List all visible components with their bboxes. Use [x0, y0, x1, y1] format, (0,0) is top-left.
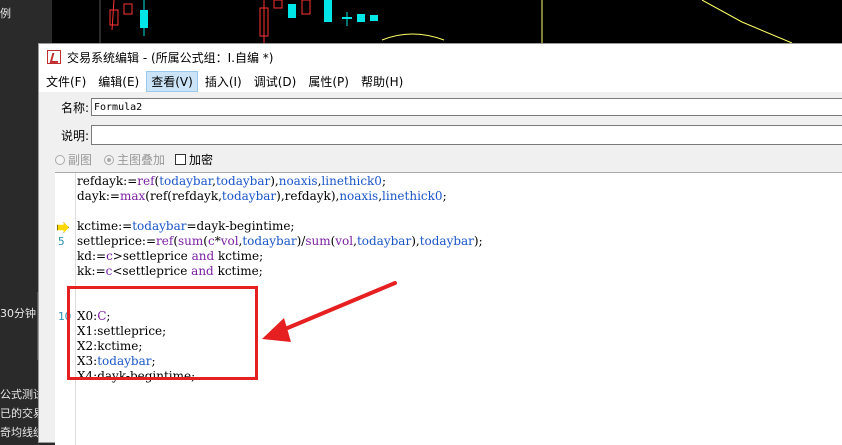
- annotation-arrow-icon: [262, 281, 397, 342]
